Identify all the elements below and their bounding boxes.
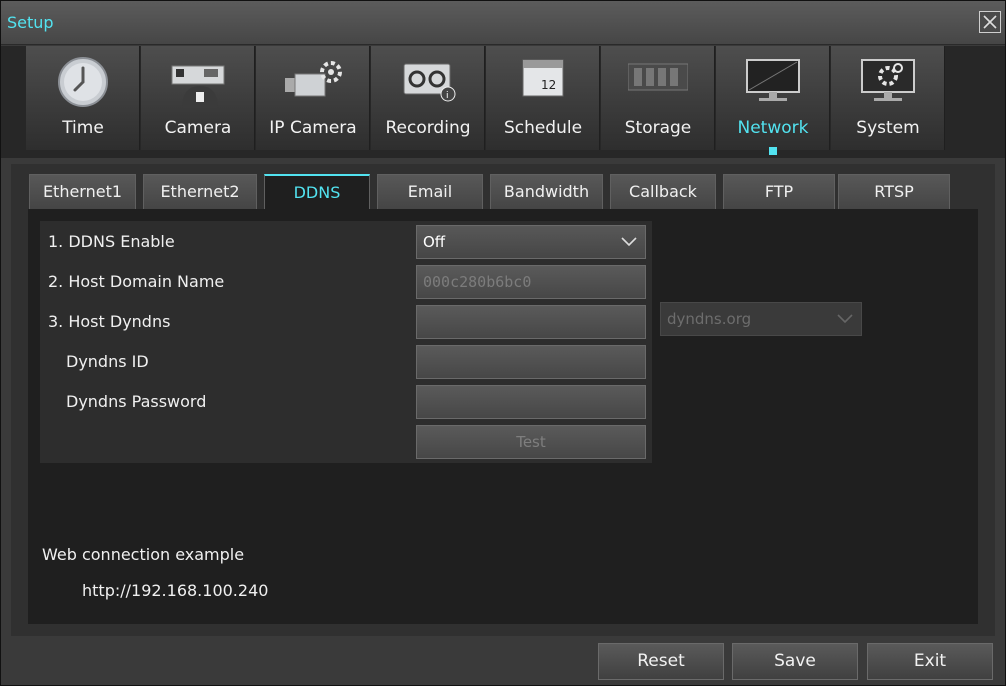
dyndns-provider-value: dyndns.org [667,310,752,328]
active-indicator [769,147,777,155]
nav-item-system[interactable]: System [831,46,945,150]
ddns-panel: 1. DDNS Enable Off 2. Host Domain Name 0… [28,209,978,624]
monitor-icon [746,59,800,101]
tab-callback[interactable]: Callback [610,174,716,209]
web-connection-example-label: Web connection example [42,545,245,564]
calendar-number: 12 [541,78,556,92]
ddns-form: 1. DDNS Enable Off 2. Host Domain Name 0… [40,221,652,463]
nav-label: Schedule [503,118,583,138]
dome-camera-icon [171,65,225,108]
nav-label: Camera [164,118,232,138]
ddns-enable-value: Off [423,233,446,251]
close-icon [983,15,997,29]
exit-button[interactable]: Exit [867,643,993,680]
tab-email[interactable]: Email [377,174,483,209]
nav-item-time[interactable]: Time [26,46,140,150]
ddns-enable-select[interactable]: Off [416,225,646,259]
host-domain-name-label: 2. Host Domain Name [48,272,225,291]
host-dyndns-field [416,305,646,339]
ddns-enable-label: 1. DDNS Enable [48,232,175,251]
nav-label: Recording [385,118,471,138]
nav-label: IP Camera [269,118,357,138]
clock-icon [58,57,108,107]
save-button[interactable]: Save [732,643,858,680]
ip-camera-icon [285,61,342,97]
tab-ethernet2[interactable]: Ethernet2 [143,174,257,209]
settings-content: Ethernet1 Ethernet2 DDNS Email Bandwidth… [11,164,995,636]
system-gear-monitor-icon [861,59,915,101]
window-title: Setup [7,13,54,32]
nav-item-recording[interactable]: i Recording [371,46,485,150]
close-button[interactable] [979,11,1001,33]
category-nav: Time Camera IP Camera i Recording 12 Sch… [1,46,1005,158]
dyndns-id-field [416,345,646,379]
calendar-icon: 12 [522,59,564,97]
dyndns-provider-select: dyndns.org [660,302,862,336]
nav-label: Network [737,118,809,138]
tab-ftp[interactable]: FTP [723,174,835,209]
chevron-down-icon [621,237,637,247]
nav-item-storage[interactable]: Storage [601,46,715,150]
dyndns-password-label: Dyndns Password [66,392,207,411]
nav-label: Time [62,118,104,138]
dyndns-password-field [416,385,646,419]
hard-disk-icon [628,63,688,91]
nav-label: System [856,118,920,138]
test-button: Test [416,425,646,459]
tab-ddns[interactable]: DDNS [264,174,370,209]
tab-bandwidth[interactable]: Bandwidth [490,174,603,209]
host-domain-name-value: 000c280b6bc0 [423,273,532,291]
tab-ethernet1[interactable]: Ethernet1 [29,174,136,209]
nav-item-network[interactable]: Network [716,46,830,155]
svg-text:i: i [446,91,449,101]
host-domain-name-field: 000c280b6bc0 [416,265,646,299]
title-bar: Setup [1,1,1005,45]
nav-item-ip-camera[interactable]: IP Camera [256,46,370,150]
nav-label: Storage [624,118,692,138]
host-dyndns-label: 3. Host Dyndns [48,312,171,331]
chevron-down-icon [837,314,853,324]
recording-tape-icon: i [403,63,456,102]
nav-item-schedule[interactable]: 12 Schedule [486,46,600,150]
setup-window: Setup Time Camera IP Camera i Recording … [0,0,1006,686]
nav-item-camera[interactable]: Camera [141,46,255,150]
web-connection-url: http://192.168.100.240 [82,581,269,600]
reset-button[interactable]: Reset [598,643,724,680]
dyndns-id-label: Dyndns ID [66,352,149,371]
tab-rtsp[interactable]: RTSP [838,174,950,209]
